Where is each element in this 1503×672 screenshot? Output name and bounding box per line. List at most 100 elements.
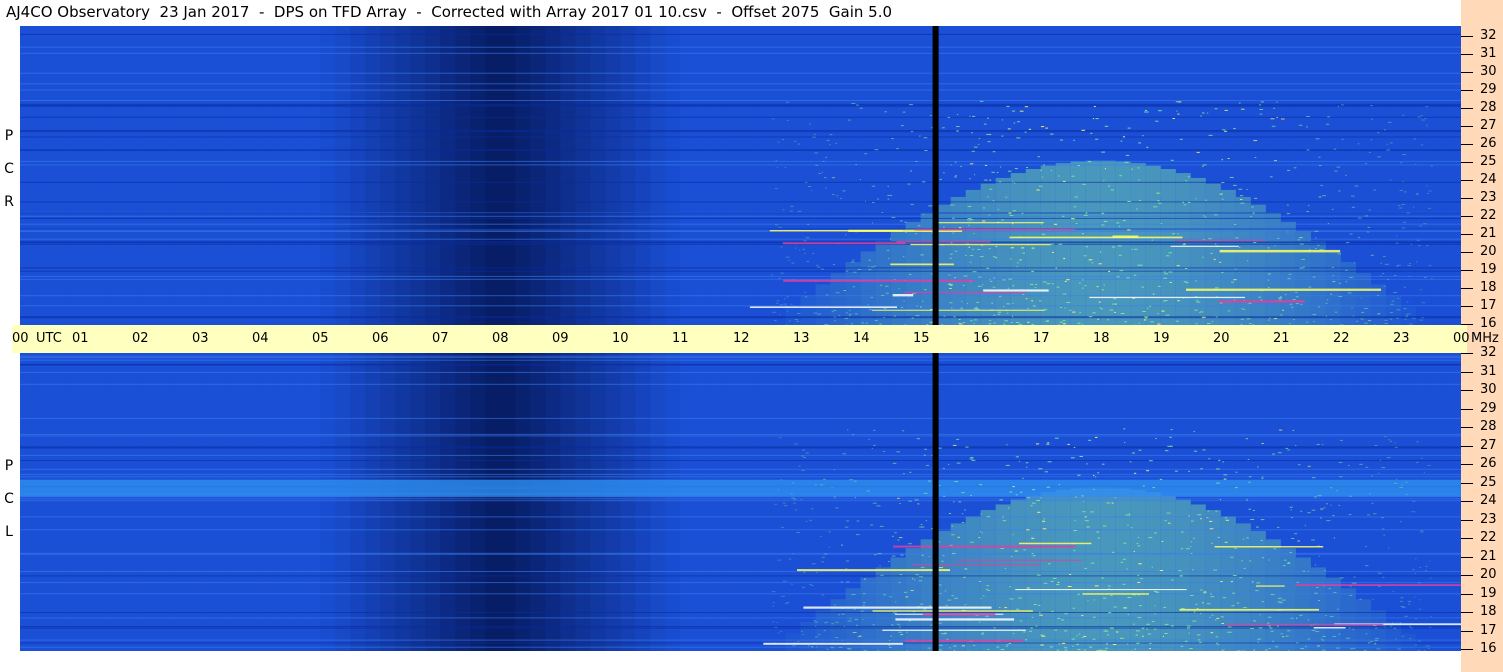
burst-speck — [1416, 441, 1419, 443]
burst-speck — [1056, 286, 1060, 288]
burst-speck — [982, 220, 986, 222]
burst-speck — [1245, 438, 1248, 440]
burst-speck — [1165, 314, 1170, 316]
burst-speck — [1405, 494, 1408, 495]
burst-speck — [1234, 224, 1237, 225]
burst-speck — [1281, 118, 1285, 120]
burst-speck — [1115, 631, 1119, 633]
burst-speck — [1394, 446, 1398, 448]
burst-speck — [1031, 537, 1035, 539]
lcp-freq-tick-label: 18 — [1480, 604, 1497, 619]
burst-speck — [1332, 636, 1336, 637]
time-column — [200, 26, 216, 325]
time-column — [245, 26, 261, 325]
burst-speck — [1345, 269, 1348, 271]
burst-speck — [1128, 514, 1131, 516]
burst-speck — [924, 448, 927, 450]
burst-speck — [1376, 294, 1380, 296]
burst-speck — [1421, 317, 1424, 319]
burst-speck — [1235, 237, 1239, 239]
burst-speck — [956, 126, 960, 127]
burst-speck — [1268, 287, 1270, 288]
burst-speck — [883, 316, 885, 318]
burst-speck — [1123, 542, 1127, 544]
burst-speck — [1347, 292, 1352, 294]
burst-speck — [977, 285, 982, 287]
signal-trace — [872, 610, 1033, 612]
burst-speck — [911, 317, 914, 319]
burst-speck — [1242, 538, 1245, 540]
burst-speck — [1008, 212, 1012, 214]
burst-speck — [1101, 289, 1105, 291]
burst-speck — [1091, 262, 1094, 264]
burst-speck — [1025, 462, 1029, 464]
burst-speck — [914, 233, 917, 235]
burst-speck — [831, 487, 833, 489]
rcp-freq-tick-label: 28 — [1480, 100, 1497, 115]
burst-speck — [881, 212, 883, 213]
burst-speck — [1250, 519, 1255, 520]
burst-speck — [945, 604, 948, 606]
burst-speck — [968, 224, 970, 226]
burst-speck — [1007, 128, 1011, 130]
burst-speck — [1120, 140, 1123, 142]
burst-speck — [1429, 560, 1431, 562]
burst-speck — [1320, 184, 1323, 186]
burst-speck — [995, 246, 998, 248]
burst-speck — [939, 584, 942, 586]
burst-speck — [917, 503, 920, 505]
burst-speck — [854, 619, 858, 621]
burst-speck — [892, 612, 897, 614]
burst-speck — [1095, 118, 1099, 120]
burst-speck — [832, 194, 835, 195]
burst-speck — [921, 554, 924, 556]
time-column — [1400, 26, 1417, 325]
signal-trace — [1219, 249, 1341, 253]
burst-speck — [1417, 116, 1422, 118]
burst-speck — [1018, 597, 1022, 599]
burst-speck — [1277, 238, 1280, 239]
burst-speck — [1282, 636, 1284, 638]
burst-speck — [1202, 256, 1204, 258]
burst-speck — [1155, 591, 1160, 593]
burst-speck — [1315, 138, 1320, 140]
burst-speck — [1390, 142, 1393, 144]
activity-glow — [1250, 204, 1267, 325]
burst-speck — [989, 188, 993, 190]
burst-speck — [1261, 477, 1264, 479]
time-column — [290, 353, 306, 651]
burst-speck — [953, 501, 955, 503]
burst-speck — [1101, 212, 1105, 214]
interference-stripe — [20, 242, 1461, 244]
burst-speck — [1084, 520, 1089, 522]
burst-speck — [1012, 534, 1014, 535]
burst-speck — [883, 451, 885, 452]
burst-speck — [889, 596, 892, 598]
activity-glow — [845, 588, 862, 651]
burst-speck — [1116, 276, 1120, 278]
burst-speck — [1349, 277, 1353, 278]
lcp-freq-tick-mark — [1461, 427, 1473, 428]
time-column — [425, 353, 441, 651]
burst-speck — [1398, 205, 1401, 206]
burst-speck — [1201, 112, 1205, 114]
burst-speck — [963, 275, 968, 277]
burst-speck — [1306, 126, 1308, 128]
burst-speck — [1113, 298, 1117, 300]
utc-tick-label: 12 — [733, 331, 750, 346]
lcp-spectrogram — [20, 353, 1461, 651]
activity-glow — [1010, 173, 1027, 325]
time-column — [110, 26, 126, 325]
interference-stripe — [20, 357, 1461, 359]
rcp-freq-tick-mark — [1461, 288, 1473, 289]
burst-speck — [880, 574, 884, 576]
burst-speck — [900, 554, 904, 556]
burst-speck — [1414, 573, 1416, 575]
burst-speck — [1224, 541, 1228, 543]
burst-speck — [1050, 243, 1054, 245]
burst-speck — [992, 286, 996, 288]
burst-speck — [1338, 462, 1343, 463]
burst-speck — [1094, 585, 1099, 587]
burst-speck — [1190, 541, 1193, 543]
burst-speck — [954, 481, 958, 482]
